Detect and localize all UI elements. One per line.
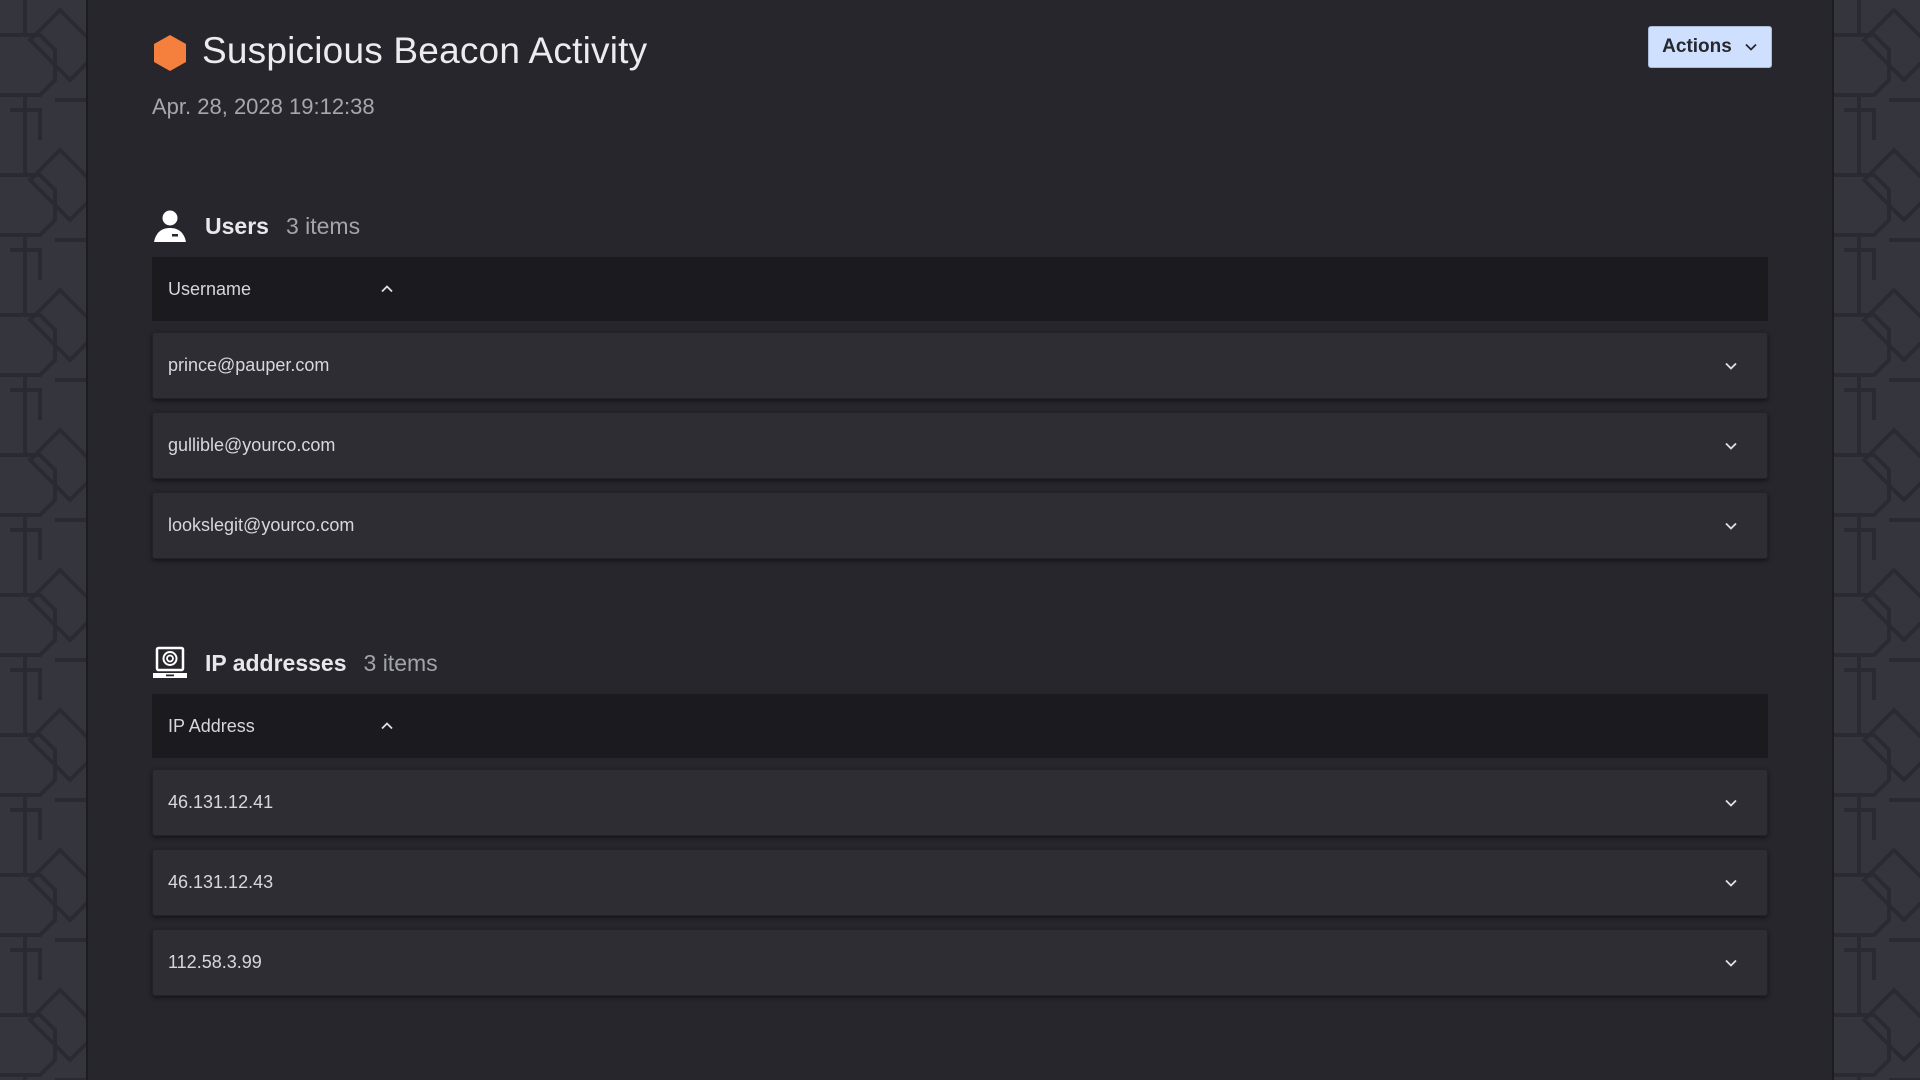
- section-title-users: Users: [205, 212, 269, 239]
- background-pattern-left: [0, 0, 86, 1080]
- expand-chevron-icon[interactable]: [1723, 438, 1739, 454]
- expand-chevron-icon[interactable]: [1723, 358, 1739, 374]
- user-icon: [154, 210, 186, 242]
- section-count-users: 3 items: [285, 212, 361, 239]
- username-cell: lookslegit@yourco.com: [168, 515, 355, 535]
- expand-chevron-icon[interactable]: [1723, 875, 1739, 891]
- table-row[interactable]: lookslegit@yourco.com: [152, 492, 1768, 559]
- ip-address-cell: 46.131.12.41: [168, 792, 274, 812]
- username-cell: prince@pauper.com: [168, 355, 330, 375]
- geometric-pattern-icon: [1834, 0, 1920, 1080]
- table-row[interactable]: gullible@yourco.com: [152, 412, 1768, 479]
- section-count-ip-addresses: 3 items: [363, 649, 438, 676]
- users-section-header: Users 3 items: [152, 208, 360, 244]
- laptop-target-icon: [153, 646, 187, 678]
- users-table-header: Username: [152, 257, 1768, 321]
- expand-chevron-icon[interactable]: [1723, 518, 1739, 534]
- alert-timestamp: Apr. 28, 2028 19:12:38: [152, 94, 375, 119]
- actions-dropdown-button[interactable]: Actions: [1648, 26, 1772, 68]
- alert-title: Suspicious Beacon Activity: [202, 30, 648, 71]
- ip-section-header: IP addresses 3 items: [152, 645, 438, 681]
- column-header-ip-address[interactable]: IP Address: [168, 716, 379, 737]
- ip-table-header: IP Address: [152, 694, 1768, 758]
- column-header-username[interactable]: Username: [168, 279, 379, 300]
- section-title-ip-addresses: IP addresses: [205, 649, 347, 676]
- ip-address-cell: 112.58.3.99: [168, 952, 262, 972]
- severity-hexagon-icon: [154, 35, 186, 71]
- table-row[interactable]: 46.131.12.41: [152, 769, 1768, 836]
- table-row[interactable]: prince@pauper.com: [152, 332, 1768, 399]
- actions-label: Actions: [1662, 36, 1732, 57]
- table-row[interactable]: 46.131.12.43: [152, 849, 1768, 916]
- username-cell: gullible@yourco.com: [168, 435, 336, 455]
- expand-chevron-icon[interactable]: [1723, 955, 1739, 971]
- ip-address-cell: 46.131.12.43: [168, 872, 274, 892]
- chevron-down-icon: [1745, 43, 1757, 51]
- table-row[interactable]: 112.58.3.99: [152, 929, 1768, 996]
- sort-ascending-icon[interactable]: [379, 718, 395, 734]
- expand-chevron-icon[interactable]: [1723, 795, 1739, 811]
- geometric-pattern-icon: [0, 0, 86, 1080]
- background-pattern-right: [1834, 0, 1920, 1080]
- sort-ascending-icon[interactable]: [379, 281, 395, 297]
